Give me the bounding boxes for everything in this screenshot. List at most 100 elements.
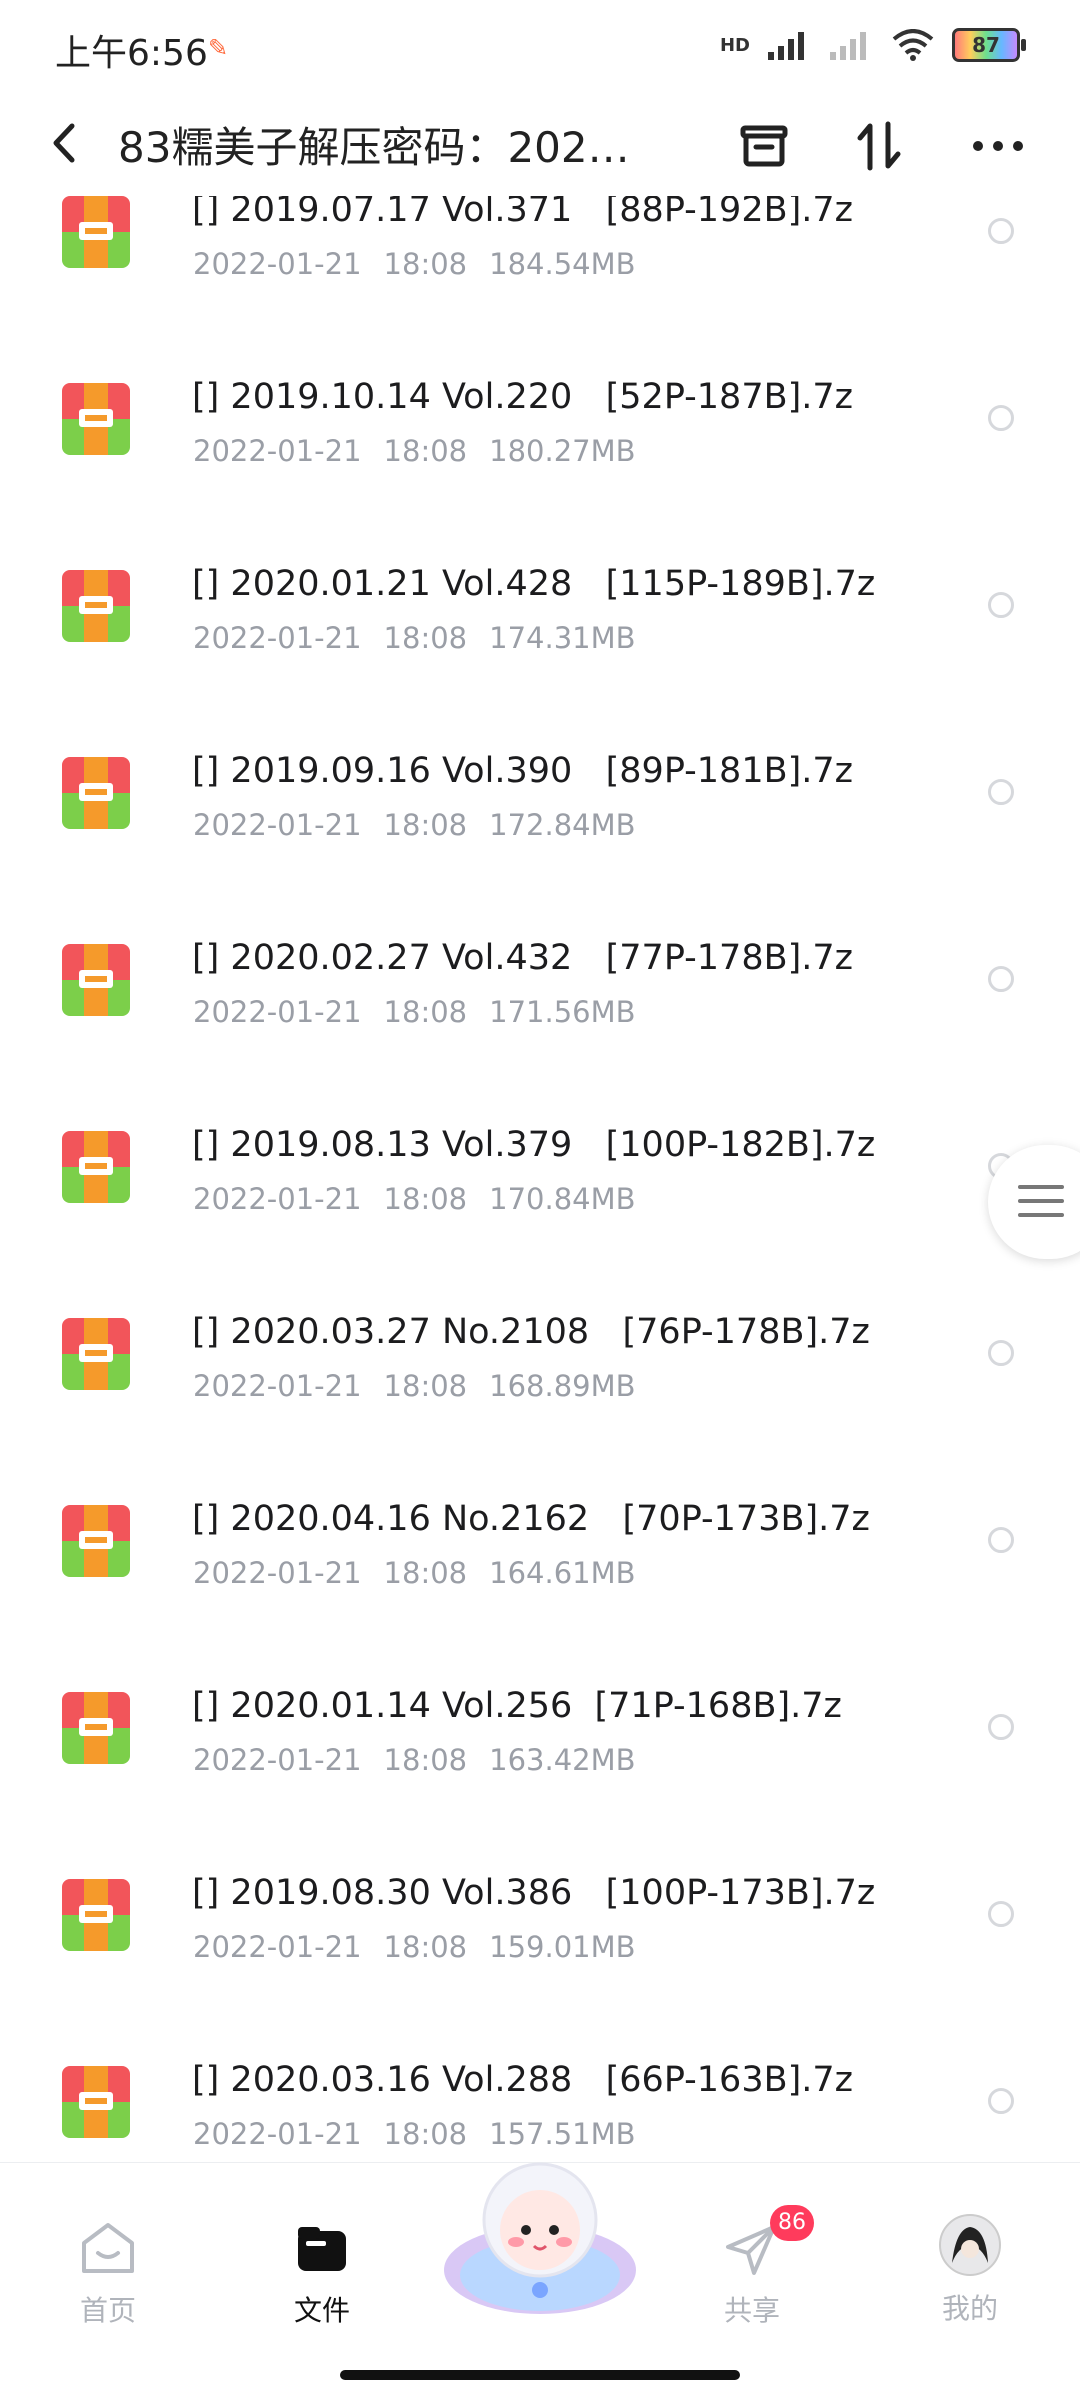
select-radio[interactable] [988, 1340, 1014, 1366]
file-row[interactable]: [] 2020.01.14 Vol.256 [71P-168B].7z 2022-… [0, 1634, 1080, 1821]
file-row[interactable]: [] 2020.03.16 Vol.288 [66P-163B].7z 2022-… [0, 2008, 1080, 2162]
signal-icon [768, 32, 804, 60]
file-date: 2022-01-21 [193, 1743, 362, 1777]
nav-home[interactable]: 首页 [48, 2219, 168, 2329]
hd-label: HD [719, 34, 750, 56]
file-meta: 2022-01-21 18:08 171.56MB [193, 995, 636, 1029]
archive-7z-icon [62, 1879, 130, 1951]
file-date: 2022-01-21 [193, 247, 362, 281]
file-name: [] 2019.09.16 Vol.390 [89P-181B].7z [192, 751, 854, 791]
file-name: [] 2020.01.14 Vol.256 [71P-168B].7z [192, 1686, 842, 1726]
file-time: 18:08 [383, 1930, 468, 1964]
file-size: 163.42MB [489, 1743, 636, 1777]
select-radio[interactable] [988, 779, 1014, 805]
file-row[interactable]: [] 2019.08.13 Vol.379 [100P-182B].7z 2022… [0, 1073, 1080, 1260]
archive-7z-icon [62, 570, 130, 642]
file-time: 18:08 [383, 247, 468, 281]
file-name: [] 2019.08.13 Vol.379 [100P-182B].7z [192, 1125, 876, 1165]
file-name: [] 2019.10.14 Vol.220 [52P-187B].7z [192, 377, 854, 417]
file-row[interactable]: [] 2019.09.16 Vol.390 [89P-181B].7z 2022-… [0, 699, 1080, 886]
home-face-icon [82, 2223, 134, 2273]
back-button[interactable] [38, 116, 92, 170]
file-date: 2022-01-21 [193, 1182, 362, 1216]
sort-arrows-icon[interactable] [850, 116, 910, 176]
archive-7z-icon [62, 196, 130, 268]
file-size: 168.89MB [489, 1369, 636, 1403]
file-size: 170.84MB [489, 1182, 636, 1216]
file-meta: 2022-01-21 18:08 184.54MB [193, 247, 636, 281]
file-size: 174.31MB [489, 621, 636, 655]
file-date: 2022-01-21 [193, 621, 362, 655]
nav-files[interactable]: 文件 [262, 2219, 382, 2329]
archive-7z-icon [62, 757, 130, 829]
home-indicator[interactable] [340, 2370, 740, 2380]
file-row[interactable]: [] 2019.08.30 Vol.386 [100P-173B].7z 2022… [0, 1821, 1080, 2008]
file-row[interactable]: [] 2020.01.21 Vol.428 [115P-189B].7z 2022… [0, 512, 1080, 699]
nav-mine[interactable]: 我的 [910, 2213, 1030, 2327]
archive-box-icon[interactable] [734, 116, 794, 176]
archive-7z-icon [62, 383, 130, 455]
page-title: 83糯美子解压密码：202… [118, 123, 630, 172]
file-date: 2022-01-21 [193, 1369, 362, 1403]
file-date: 2022-01-21 [193, 808, 362, 842]
file-size: 157.51MB [489, 2117, 636, 2151]
select-radio[interactable] [988, 405, 1014, 431]
file-row[interactable]: [] 2020.04.16 No.2162 [70P-173B].7z 2022-… [0, 1447, 1080, 1634]
archive-7z-icon [62, 1692, 130, 1764]
archive-7z-icon [62, 2066, 130, 2138]
file-date: 2022-01-21 [193, 995, 362, 1029]
file-meta: 2022-01-21 18:08 174.31MB [193, 621, 636, 655]
menu-lines-icon [1018, 1185, 1064, 1227]
signal-weak-icon [830, 32, 866, 60]
file-date: 2022-01-21 [193, 2117, 362, 2151]
select-radio[interactable] [988, 1714, 1014, 1740]
select-radio[interactable] [988, 1527, 1014, 1553]
mascot-assistant-button[interactable] [440, 2150, 640, 2320]
file-meta: 2022-01-21 18:08 159.01MB [193, 1930, 636, 1964]
file-date: 2022-01-21 [193, 1556, 362, 1590]
archive-7z-icon [62, 1131, 130, 1203]
status-bar: 上午6:56 ✎ HD 87 [0, 0, 1080, 96]
file-size: 180.27MB [489, 434, 636, 468]
file-row[interactable]: [] 2019.10.14 Vol.220 [52P-187B].7z 2022-… [0, 325, 1080, 512]
nfc-icon: ✎ [208, 34, 229, 62]
file-row[interactable]: [] 2020.02.27 Vol.432 [77P-178B].7z 2022-… [0, 886, 1080, 1073]
file-time: 18:08 [383, 621, 468, 655]
file-meta: 2022-01-21 18:08 170.84MB [193, 1182, 636, 1216]
file-size: 184.54MB [489, 247, 636, 281]
select-radio[interactable] [988, 218, 1014, 244]
status-icons: HD 87 [719, 28, 1026, 62]
select-radio[interactable] [988, 966, 1014, 992]
share-badge: 86 [770, 2205, 814, 2241]
file-meta: 2022-01-21 18:08 163.42MB [193, 1743, 636, 1777]
file-name: [] 2020.03.27 No.2108 [76P-178B].7z [192, 1312, 870, 1352]
file-size: 171.56MB [489, 995, 636, 1029]
file-time: 18:08 [383, 1556, 468, 1590]
file-row[interactable]: [] 2020.03.27 No.2108 [76P-178B].7z 2022-… [0, 1260, 1080, 1447]
file-name: [] 2020.04.16 No.2162 [70P-173B].7z [192, 1499, 870, 1539]
more-dots-icon[interactable] [968, 116, 1028, 176]
nav-files-label: 文件 [293, 2294, 350, 2327]
file-meta: 2022-01-21 18:08 172.84MB [193, 808, 636, 842]
archive-7z-icon [62, 944, 130, 1016]
select-radio[interactable] [988, 1901, 1014, 1927]
header: 83糯美子解压密码：202… [0, 96, 1080, 196]
nav-mine-label: 我的 [941, 2292, 998, 2325]
battery-icon: 87 [952, 28, 1026, 62]
wifi-icon [892, 29, 934, 61]
file-time: 18:08 [383, 434, 468, 468]
folder-icon [298, 2227, 346, 2271]
file-name: [] 2019.08.30 Vol.386 [100P-173B].7z [192, 1873, 876, 1913]
select-radio[interactable] [988, 2088, 1014, 2114]
status-time: 上午6:56 [55, 33, 208, 74]
avatar [939, 2214, 1001, 2276]
file-list[interactable]: [] 2019.07.17 Vol.371 [88P-192B].7z 2022-… [0, 196, 1080, 2162]
file-size: 159.01MB [489, 1930, 636, 1964]
file-meta: 2022-01-21 18:08 157.51MB [193, 2117, 636, 2151]
file-time: 18:08 [383, 995, 468, 1029]
file-row[interactable]: [] 2019.07.17 Vol.371 [88P-192B].7z 2022-… [0, 196, 1080, 325]
select-radio[interactable] [988, 592, 1014, 618]
file-time: 18:08 [383, 1369, 468, 1403]
file-time: 18:08 [383, 2117, 468, 2151]
file-time: 18:08 [383, 1743, 468, 1777]
